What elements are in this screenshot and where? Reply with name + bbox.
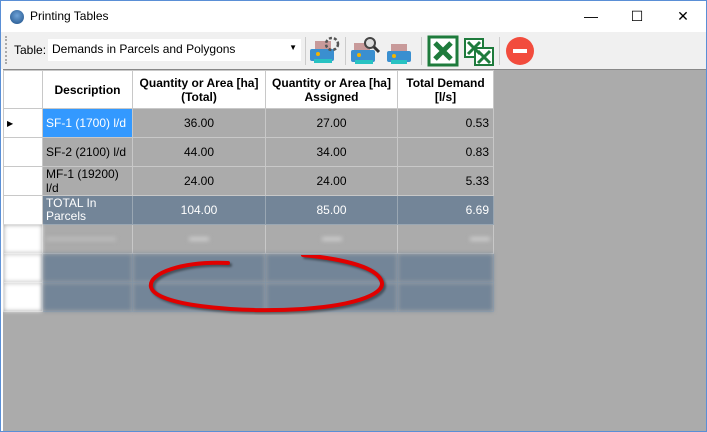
blurred-cell [42, 282, 133, 312]
cell-demand[interactable]: 5.33 [397, 166, 494, 196]
close-button[interactable]: ✕ [660, 1, 706, 32]
table-row[interactable]: ▶ SF-1 (1700) l/d 36.00 27.00 0.53 [3, 108, 494, 138]
cell-assigned[interactable]: 24.00 [265, 166, 398, 196]
data-grid[interactable]: Description Quantity or Area [ha] (Total… [3, 69, 706, 431]
cell-description[interactable]: SF-2 (2100) l/d [42, 137, 133, 167]
separator [421, 37, 422, 65]
export-excel-multiple-icon[interactable] [463, 35, 495, 67]
separator [499, 37, 500, 65]
row-indicator-icon: ▶ [3, 108, 43, 138]
table-label: Table: [14, 43, 47, 57]
cell-demand[interactable]: 0.53 [397, 108, 494, 138]
blurred-cell [132, 282, 266, 312]
window-title: Printing Tables [30, 9, 109, 23]
table-row[interactable]: MF-1 (19200) l/d 24.00 24.00 5.33 [3, 166, 494, 196]
row-header[interactable] [3, 166, 43, 196]
cell-total[interactable]: 44.00 [132, 137, 266, 167]
title-bar: Printing Tables — ☐ ✕ [1, 1, 706, 32]
table-select-value: Demands in Parcels and Polygons [52, 42, 236, 56]
cell-description[interactable]: MF-1 (19200) l/d [42, 166, 133, 196]
row-header [3, 282, 43, 312]
row-header [3, 224, 43, 254]
print-preview-icon[interactable] [349, 35, 381, 67]
cell-demand[interactable]: 0.83 [397, 137, 494, 167]
close-red-icon[interactable] [504, 35, 536, 67]
total-row[interactable]: TOTAL In Parcels 104.00 85.00 6.69 [3, 195, 494, 225]
separator [305, 37, 306, 65]
cell-assigned[interactable]: 85.00 [265, 195, 398, 225]
print-icon[interactable] [383, 35, 415, 67]
cell-assigned[interactable]: 34.00 [265, 137, 398, 167]
blurred-cell [132, 253, 266, 283]
maximize-button[interactable]: ☐ [614, 1, 660, 32]
minimize-button[interactable]: — [568, 1, 614, 32]
blurred-row [3, 253, 494, 283]
column-header-description[interactable]: Description [42, 70, 133, 109]
header-row: Description Quantity or Area [ha] (Total… [3, 70, 494, 109]
blurred-cell [265, 282, 398, 312]
blurred-cell [42, 224, 133, 254]
column-header-demand[interactable]: Total Demand [l/s] [397, 70, 494, 109]
cell-demand[interactable]: 6.69 [397, 195, 494, 225]
blurred-row [3, 224, 494, 254]
print-settings-icon[interactable] [308, 35, 340, 67]
app-icon [10, 10, 24, 24]
blurred-cell [397, 282, 494, 312]
toolbar-grip[interactable] [5, 36, 7, 64]
export-excel-icon[interactable] [427, 35, 459, 67]
column-header-assigned[interactable]: Quantity or Area [ha] Assigned [265, 70, 398, 109]
table-row[interactable]: SF-2 (2100) l/d 44.00 34.00 0.83 [3, 137, 494, 167]
cell-description[interactable]: TOTAL In Parcels [42, 195, 133, 225]
row-header [3, 253, 43, 283]
blurred-cell [132, 224, 266, 254]
row-header-corner [3, 70, 43, 109]
row-header[interactable] [3, 195, 43, 225]
cell-assigned[interactable]: 27.00 [265, 108, 398, 138]
separator [345, 37, 346, 65]
blurred-cell [397, 224, 494, 254]
table-select[interactable]: Demands in Parcels and Polygons ▼ [48, 39, 301, 61]
column-header-total[interactable]: Quantity or Area [ha] (Total) [132, 70, 266, 109]
blurred-row [3, 282, 494, 312]
blurred-cell [265, 253, 398, 283]
blurred-cell [42, 253, 133, 283]
toolbar: Table: Demands in Parcels and Polygons ▼ [1, 32, 706, 69]
cell-description[interactable]: SF-1 (1700) l/d [42, 108, 133, 138]
chevron-down-icon: ▼ [289, 43, 297, 52]
cell-total[interactable]: 36.00 [132, 108, 266, 138]
row-header[interactable] [3, 137, 43, 167]
cell-total[interactable]: 24.00 [132, 166, 266, 196]
cell-total[interactable]: 104.00 [132, 195, 266, 225]
blurred-cell [265, 224, 398, 254]
blurred-cell [397, 253, 494, 283]
